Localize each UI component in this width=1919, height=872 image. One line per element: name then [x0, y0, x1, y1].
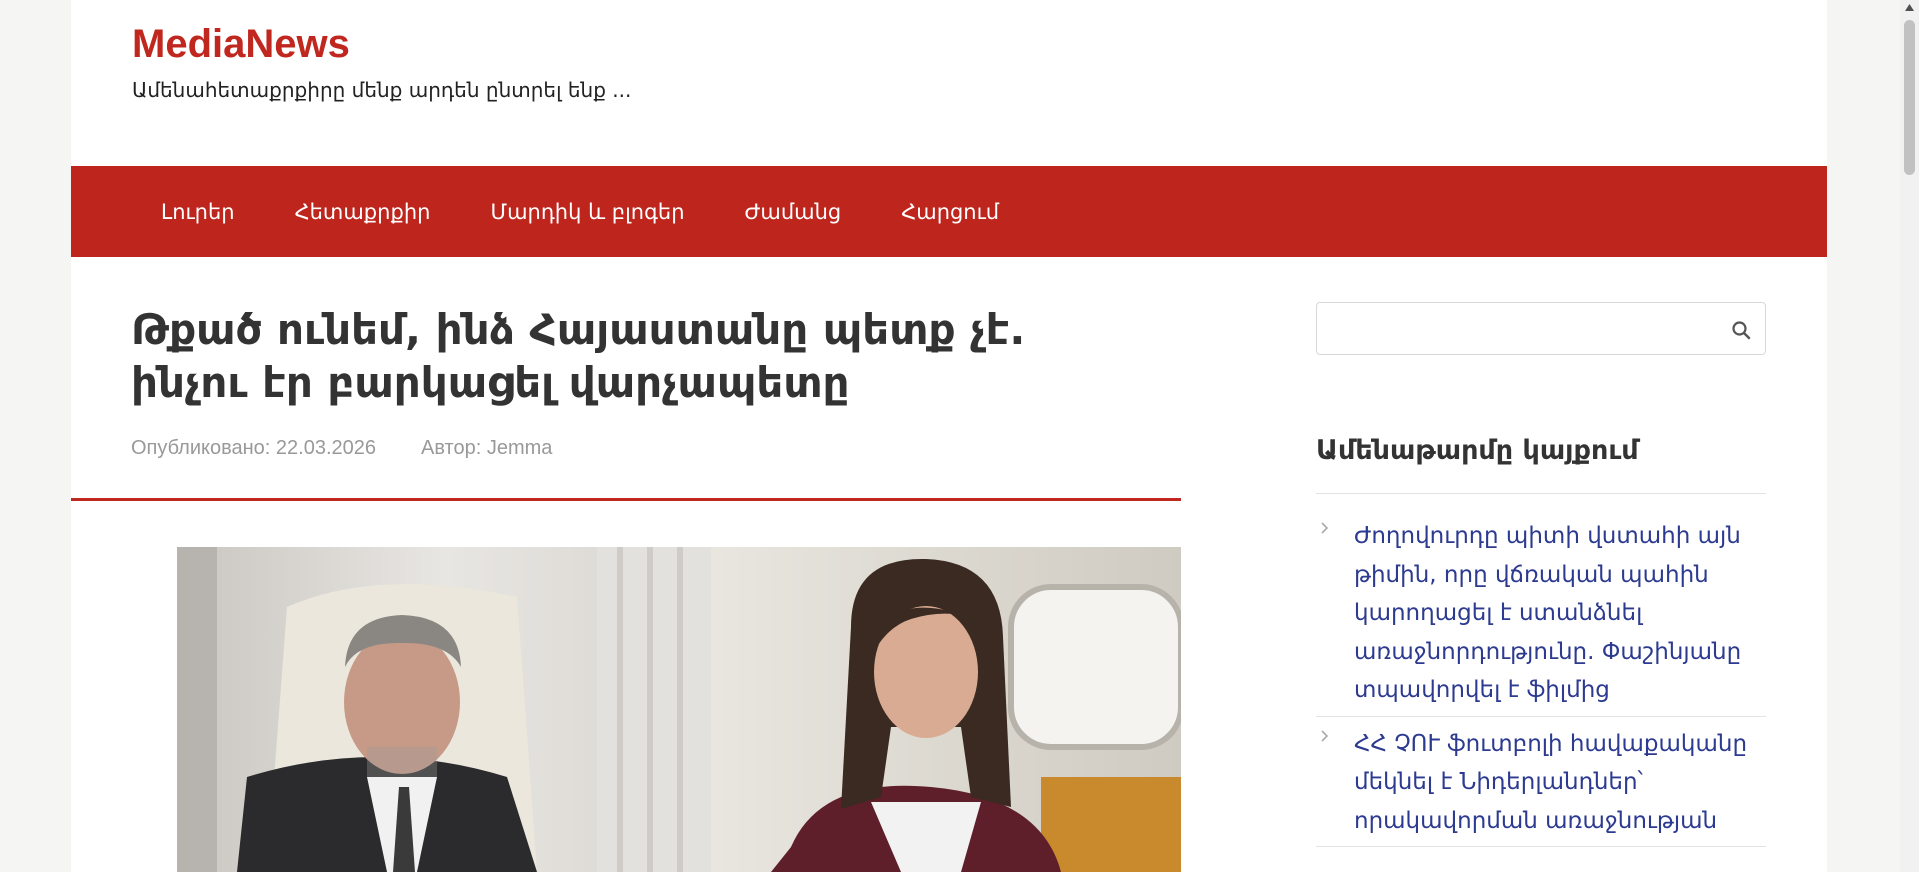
search-input[interactable]	[1317, 303, 1717, 354]
featured-photo-left	[177, 547, 711, 872]
nav-item-poll[interactable]: Հարցում	[901, 200, 999, 224]
featured-photo-right	[711, 547, 1181, 872]
chevron-right-icon	[1321, 729, 1329, 742]
article-title: Թքած ունեմ, ինձ Հայաստանը պետք չէ. ինչու…	[131, 305, 1026, 407]
article-meta: Опубликовано: 22.03.2026 Автор: Jemma	[131, 437, 597, 460]
search-icon[interactable]	[1731, 320, 1751, 340]
list-item: ՀՀ ՉՈՒ ֆուտբոլի հավաքականը մեկնել է Նիդե…	[1316, 725, 1766, 847]
latest-post-link[interactable]: ՀՀ ՉՈՒ ֆուտբոլի հավաքականը մեկնել է Նիդե…	[1354, 725, 1766, 841]
nav-item-entertainment[interactable]: Ժամանց	[745, 200, 842, 224]
vertical-scrollbar[interactable]	[1900, 0, 1919, 872]
author-link[interactable]: Автор: Jemma	[421, 437, 552, 460]
page-container: MediaNews Ամենաhետաքրքիրը մենք արդեն ընտ…	[71, 0, 1827, 872]
scrollbar-thumb[interactable]	[1904, 20, 1915, 175]
site-header: MediaNews Ամենաhետաքրքիրը մենք արդեն ընտ…	[71, 0, 1827, 166]
nav-item-people-blogs[interactable]: Մարդիկ և բլոգեր	[490, 200, 684, 224]
widget-title-latest: Ամենաթարմը կայքում	[1316, 435, 1639, 466]
list-item: Ժողովուրդը պիտի վստահի այն թիմին, որը վճ…	[1316, 517, 1766, 717]
title-divider	[71, 498, 1181, 501]
site-title[interactable]: MediaNews	[132, 22, 350, 67]
chevron-right-icon	[1321, 522, 1329, 534]
publish-date: Опубликовано: 22.03.2026	[131, 437, 377, 459]
article-main: Թքած ունեմ, ինձ Հայաստանը պետք չէ. ինչու…	[71, 257, 1181, 872]
nav-item-news[interactable]: Լուրեր	[161, 200, 235, 224]
latest-posts-list: Ժողովուրդը պիտի վստահի այն թիմին, որը վճ…	[1316, 517, 1766, 855]
scroll-up-arrow-icon[interactable]	[1904, 3, 1915, 12]
widget-divider	[1316, 493, 1766, 494]
featured-image	[177, 547, 1181, 872]
site-tagline: Ամենաhետաքրքիրը մենք արդեն ընտրել ենք ..…	[132, 78, 632, 102]
latest-post-link[interactable]: Ժողովուրդը պիտի վստահի այն թիմին, որը վճ…	[1354, 517, 1766, 710]
search-box	[1316, 302, 1766, 355]
nav-item-interesting[interactable]: Հետաքրքիր	[295, 200, 431, 224]
main-nav: Լուրեր Հետաքրքիր Մարդիկ և բլոգեր Ժամանց …	[71, 166, 1827, 257]
